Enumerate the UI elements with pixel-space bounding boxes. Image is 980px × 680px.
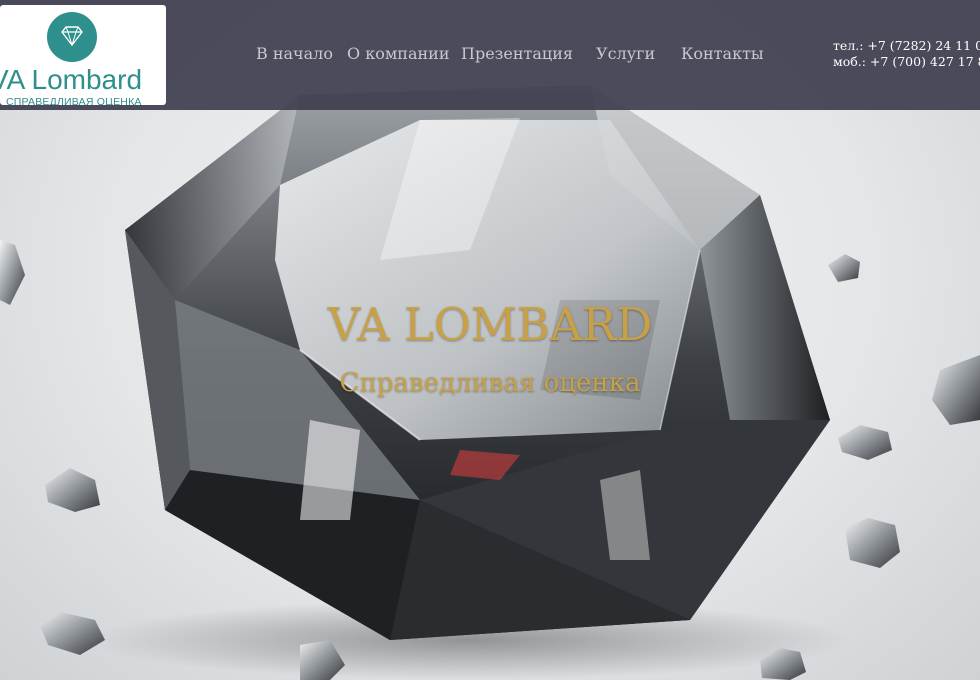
logo-badge	[47, 12, 97, 62]
phone-number[interactable]: тел.: +7 (7282) 24 11 01	[833, 38, 980, 54]
contact-info: тел.: +7 (7282) 24 11 01 моб.: +7 (700) …	[833, 38, 980, 70]
logo-tagline: СПРАВЕДЛИВАЯ ОЦЕНКА	[6, 96, 142, 105]
site-header: VA Lombard СПРАВЕДЛИВАЯ ОЦЕНКА В начало …	[0, 0, 980, 110]
hero-title: VA LOMBARD	[327, 298, 653, 351]
logo-name: VA Lombard	[0, 64, 143, 95]
logo[interactable]: VA Lombard СПРАВЕДЛИВАЯ ОЦЕНКА	[0, 5, 166, 105]
mobile-number[interactable]: моб.: +7 (700) 427 17 87	[833, 54, 980, 70]
nav-about[interactable]: О компании	[347, 44, 449, 63]
hero-subtitle: Справедливая оценка	[339, 368, 641, 398]
nav-services[interactable]: Услуги	[596, 44, 655, 63]
diamond-icon	[61, 26, 83, 46]
nav-home[interactable]: В начало	[256, 44, 333, 63]
nav-presentation[interactable]: Презентация	[461, 44, 573, 63]
nav-contacts[interactable]: Контакты	[681, 44, 764, 63]
